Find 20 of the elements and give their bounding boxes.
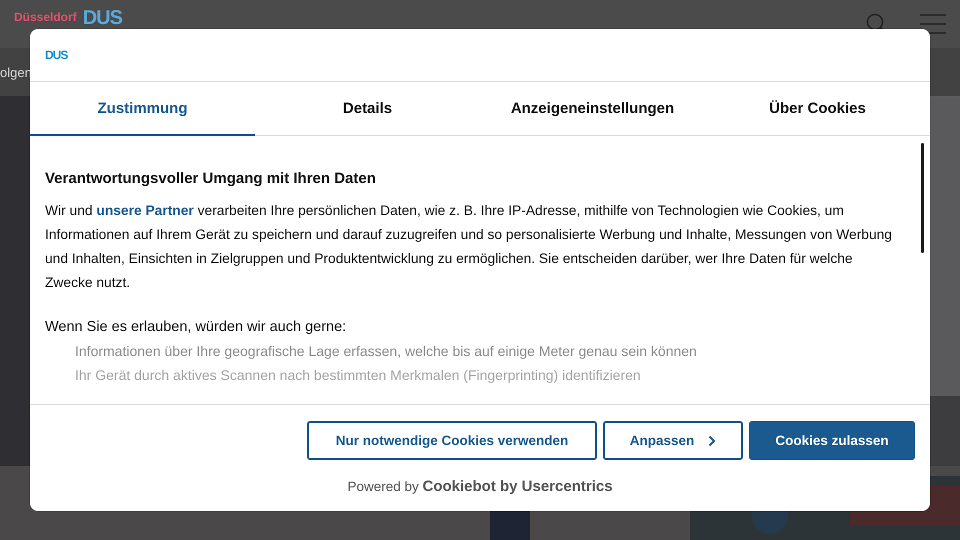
powered-by-text: Powered by bbox=[347, 479, 420, 494]
dialog-logo: DUS bbox=[45, 48, 68, 62]
dialog-tab[interactable]: Details bbox=[255, 82, 480, 136]
scrollbar-thumb[interactable] bbox=[921, 143, 924, 253]
dialog-tab[interactable]: Über Cookies bbox=[705, 82, 930, 136]
dialog-tab[interactable]: Anzeigeneinstellungen bbox=[480, 82, 705, 136]
menu-icon[interactable] bbox=[920, 14, 946, 34]
partners-link[interactable]: unsere Partner bbox=[96, 203, 194, 218]
intro-paragraph: Wir und unsere Partner verarbeiten Ihre persönlichen Daten, wie z. B. Ihre IP-Adresse, mithilfe von Technologien wie Cookies, um Informationen auf Ihrem Gerät zu speichern und darauf zuzugreifen und so personalisierte Werbung und Inhalte, Messungen von Werbung und Inhalten, Einsichten in Zielgruppen und Produktentwicklung zu ermöglichen. Sie entscheiden darüber, wer Ihre Daten für welche Zwecke nutzt. bbox=[45, 202, 893, 292]
necessary-only-button[interactable]: Nur notwendige Cookies verwenden bbox=[307, 421, 597, 460]
accept-button[interactable]: Cookies zulassen bbox=[749, 421, 915, 460]
purpose-item: Informationen über Ihre geografische Lage erfassen, welche bis auf einige Meter genau sein können bbox=[74, 342, 698, 361]
airport-logo-text: Düsseldorf bbox=[14, 10, 77, 24]
cookiebot-brand[interactable]: Cookiebot by Usercentrics bbox=[422, 478, 613, 495]
list-heading: Wenn Sie es erlauben, würden wir auch gerne: bbox=[45, 319, 348, 335]
dialog-tab[interactable]: Zustimmung bbox=[30, 82, 255, 136]
chevron-right-icon bbox=[708, 434, 716, 446]
dialog-heading: Verantwortungsvoller Umgang mit Ihren Daten bbox=[45, 170, 377, 187]
purpose-item: Ihr Gerät durch aktives Scannen nach bestimmten Merkmalen (Fingerprinting) identifizieren bbox=[74, 366, 642, 385]
customize-button[interactable]: Anpassen bbox=[603, 421, 743, 460]
